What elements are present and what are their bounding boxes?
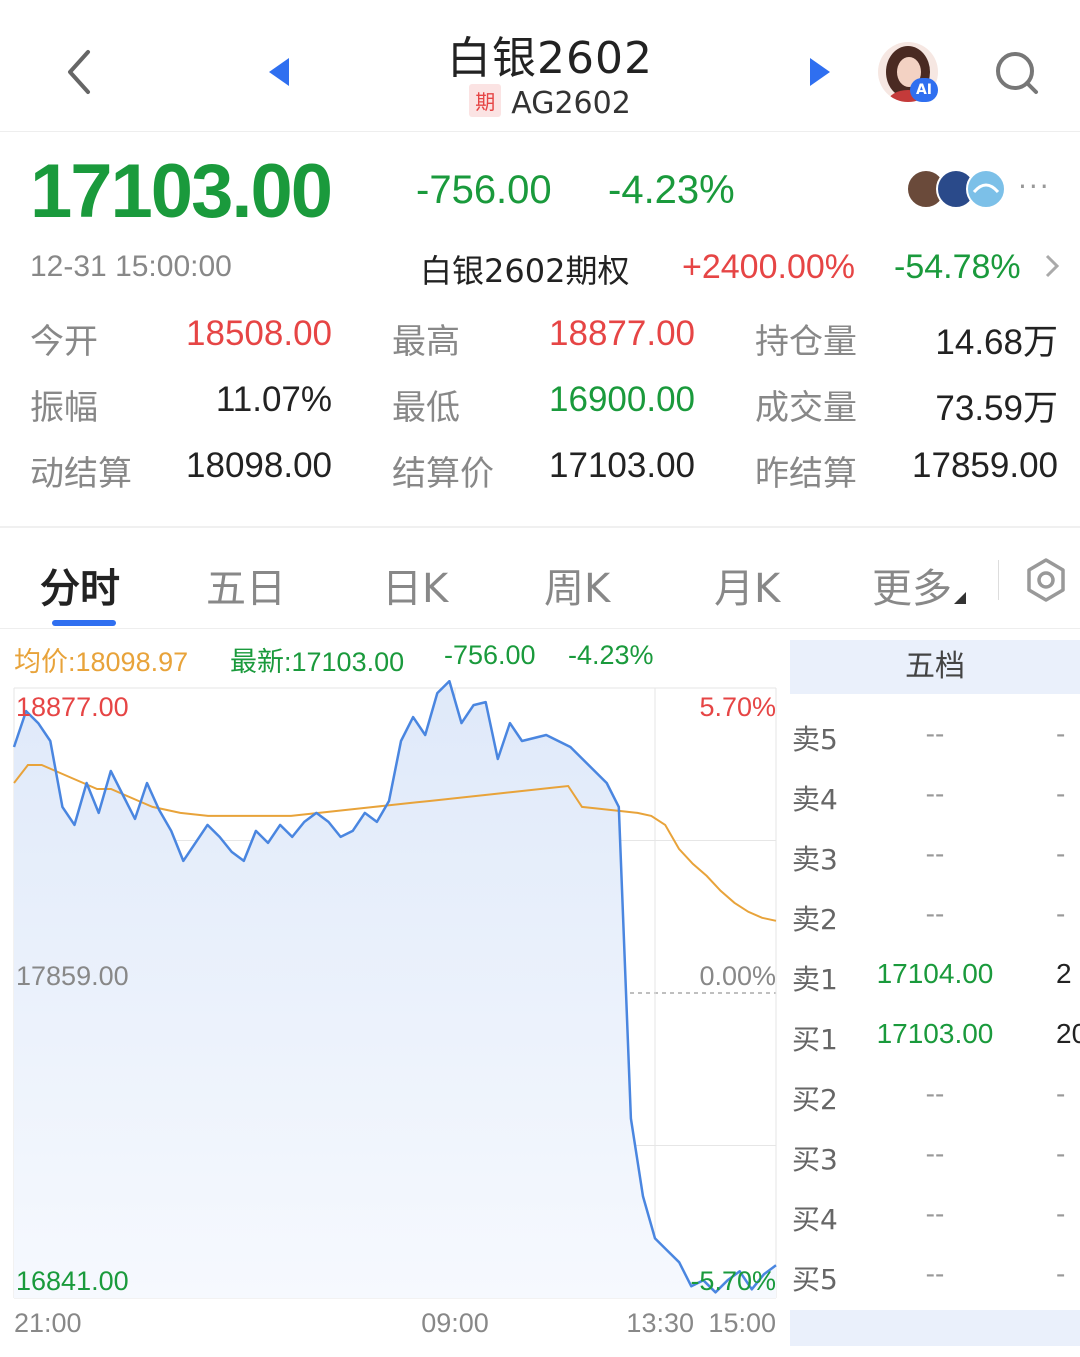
tab-more[interactable]: 更多 [872,556,966,614]
option-up-pct: +2400.00% [682,248,855,286]
stat-label: 振幅 [30,388,98,428]
stat-value: 73.59万 [935,389,1058,428]
search-icon[interactable] [992,48,1042,98]
order-book-volume: 20 [1056,1018,1080,1049]
tab-more-label: 更多 [872,566,952,612]
order-book-price: -- [925,1138,945,1169]
order-book-price: -- [925,1258,945,1289]
stat-label: 最高 [392,322,460,362]
top-bar: 白银2602 期 AG2602 AI [0,0,1080,132]
order-book-volume: - [1056,838,1066,869]
legend-change-pct: -4.23% [568,640,654,670]
legend-latest-price: 最新:17103.00 [230,647,405,677]
stat-label: 最低 [392,388,460,428]
order-book-level: 卖4 [792,783,838,816]
order-book-level: 买2 [792,1083,838,1116]
stat-value: 18877.00 [549,314,695,353]
order-book-price: -- [925,898,945,929]
active-tab-indicator [52,620,116,626]
tab-divider [0,628,1080,629]
settings-icon[interactable] [1022,556,1070,604]
order-book-price: 17104.00 [876,958,994,989]
dropdown-corner-icon [954,592,966,604]
order-book-level: 卖2 [792,903,838,936]
x-axis-label: 21:00 [14,1308,82,1338]
contract-code-text: AG2602 [511,86,631,121]
tab-monthly-k[interactable]: 月K [714,556,780,614]
order-book-volume: 2 [1056,958,1072,989]
pct-axis-top-label: 5.70% [699,692,776,722]
y-axis-bottom-label: 16841.00 [16,1266,129,1296]
intraday-chart[interactable]: 18877.00 17859.00 16841.00 5.70% 0.00% -… [0,680,790,1357]
order-book-volume: - [1056,1258,1066,1289]
pct-axis-mid-label: 0.00% [699,961,776,991]
price-change: -756.00 [416,168,552,212]
x-axis-label: 13:30 [626,1308,694,1338]
order-book-volume: - [1056,1138,1066,1169]
stat-value: 17859.00 [912,446,1058,485]
tab-separator [998,560,999,600]
order-book-level: 买5 [792,1263,838,1296]
order-book-level: 卖5 [792,723,838,756]
order-book-level: 买4 [792,1203,838,1236]
tab-weekly-k[interactable]: 周K [544,556,610,614]
order-book-level: 卖1 [792,963,838,996]
stat-label: 成交量 [755,388,857,428]
tab-five-day[interactable]: 五日 [206,556,286,614]
stat-value: 17103.00 [549,446,695,485]
option-down-pct: -54.78% [894,248,1021,286]
legend-avg-price: 均价:18098.97 [14,647,189,677]
order-book-title: 五档 [790,640,1080,694]
stat-value: 11.07% [215,380,332,419]
last-price: 17103.00 [30,149,333,234]
stat-value: 18098.00 [186,446,332,485]
order-book-level: 买1 [792,1023,838,1056]
order-book-price: -- [925,718,945,749]
chevron-right-icon[interactable] [1042,250,1062,282]
pct-axis-bottom-label: -5.70% [690,1266,776,1296]
stat-label: 结算价 [392,454,494,494]
y-axis-mid-label: 17859.00 [16,961,129,991]
section-divider [0,526,1080,528]
order-book-volume: - [1056,898,1066,929]
more-options-icon[interactable]: ··· [1018,170,1051,203]
legend-change: -756.00 [444,640,536,670]
order-book-price: -- [925,838,945,869]
stat-label: 动结算 [30,454,132,494]
tab-intraday[interactable]: 分时 [40,556,120,614]
order-book-price: -- [925,778,945,809]
price-change-pct: -4.23% [608,168,735,212]
order-book-level: 卖3 [792,843,838,876]
order-book-volume: - [1056,1198,1066,1229]
community-avatars-icon[interactable] [904,168,1014,210]
ai-badge: AI [910,78,938,102]
stat-label: 今开 [30,322,98,362]
order-book-price: 17103.00 [876,1018,994,1049]
quote-time: 12-31 15:00:00 [30,250,232,283]
order-book-volume: - [1056,718,1066,749]
order-book-level: 买3 [792,1143,838,1176]
stat-value: 18508.00 [186,314,332,353]
tab-daily-k[interactable]: 日K [382,556,448,614]
order-book-footer [790,1310,1080,1346]
order-book-volume: - [1056,1078,1066,1109]
stat-value: 16900.00 [549,380,695,419]
stat-value: 14.68万 [935,323,1058,362]
next-contract-icon[interactable] [804,56,834,88]
stat-label: 持仓量 [755,322,857,362]
x-axis-label: 15:00 [708,1308,776,1338]
y-axis-top-label: 18877.00 [16,692,129,722]
order-book-price: -- [925,1078,945,1109]
x-axis-label: 09:00 [421,1308,489,1338]
option-link-label[interactable]: 白银2602期权 [420,246,629,292]
futures-badge: 期 [469,84,502,117]
stat-label: 昨结算 [755,454,857,494]
order-book-volume: - [1056,778,1066,809]
order-book-price: -- [925,1198,945,1229]
